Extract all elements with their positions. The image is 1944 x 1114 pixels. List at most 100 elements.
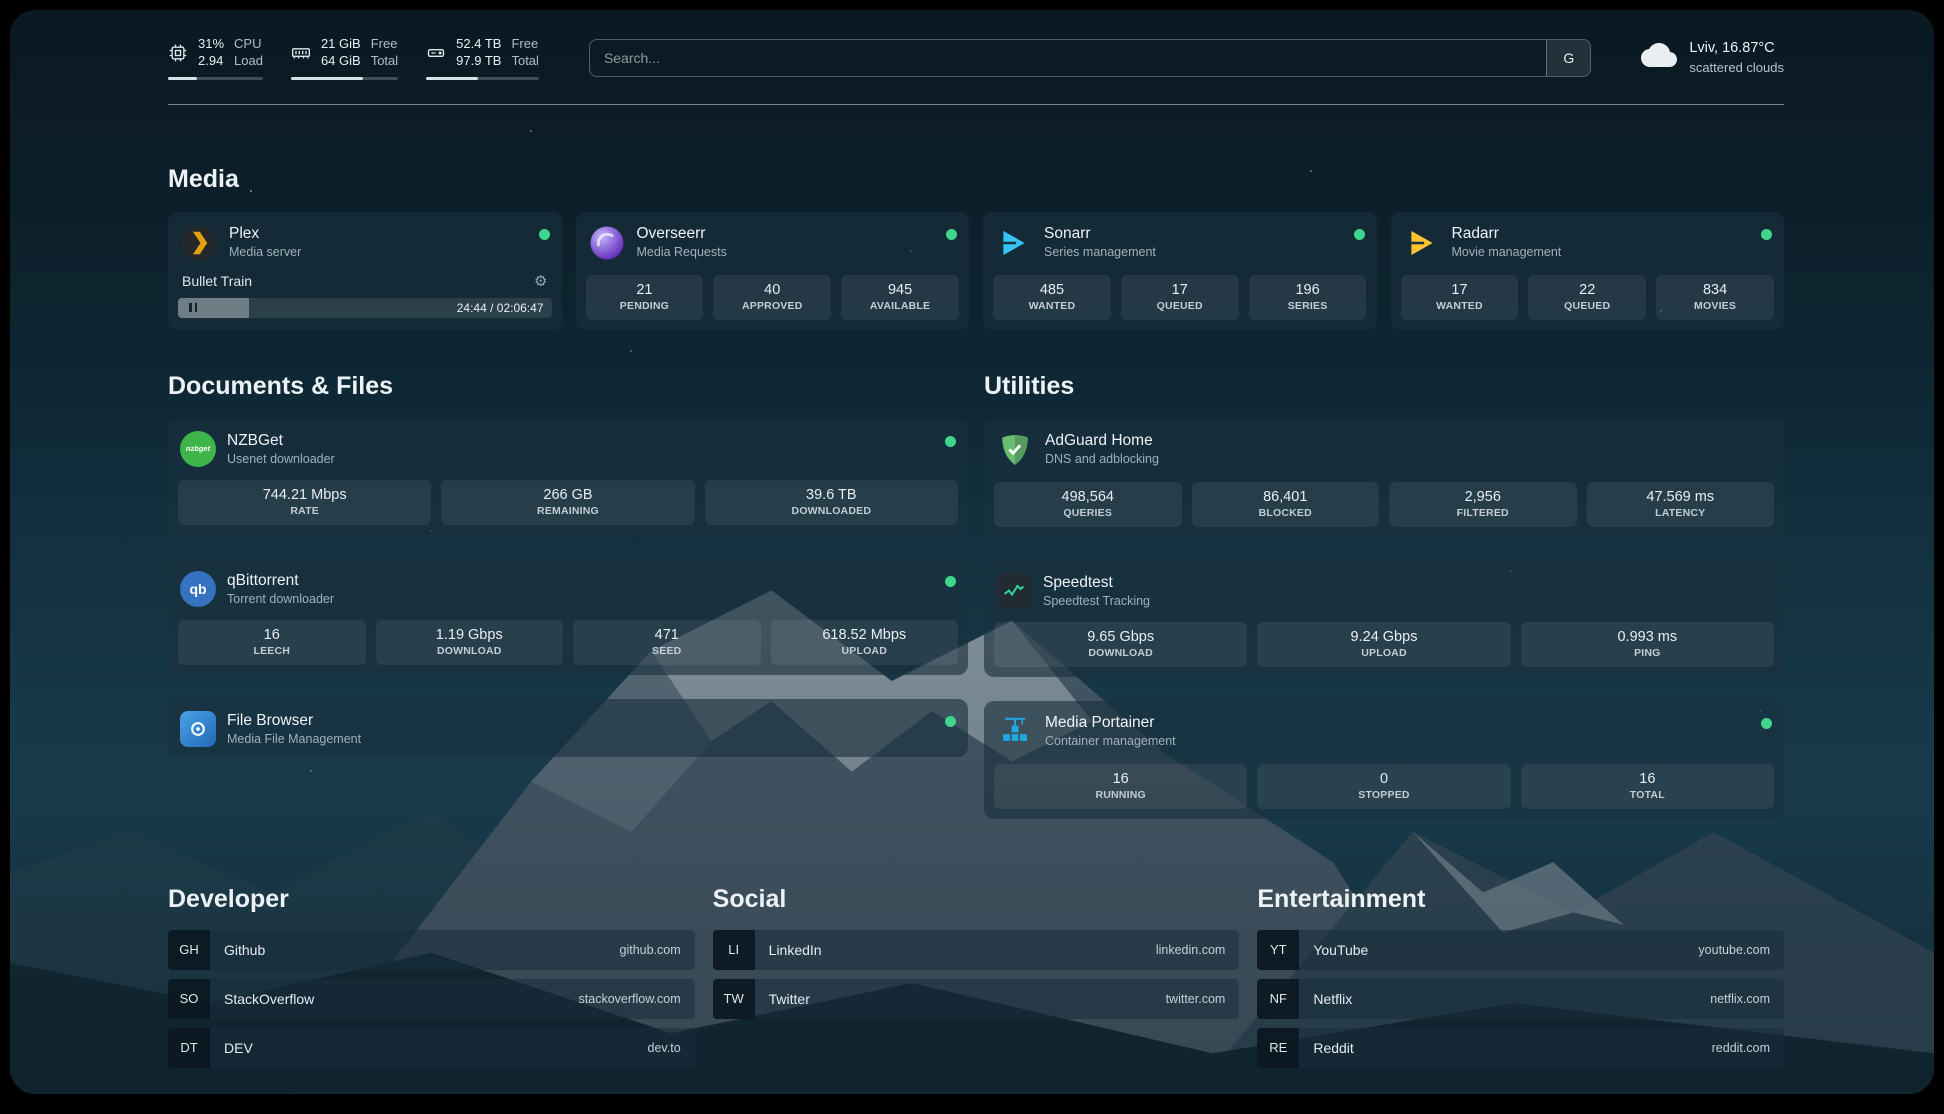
sonarr-card[interactable]: Sonarr Series management 485 WANTED 17 Q… <box>983 212 1377 330</box>
stat-seed: 471 SEED <box>573 620 761 665</box>
bookmark-url: github.com <box>620 943 695 957</box>
filebrowser-icon <box>180 711 216 747</box>
app-desc: Movie management <box>1452 244 1751 260</box>
cpu-widget: 31% 2.94 CPU Load <box>168 36 263 80</box>
bookmark-name: Reddit <box>1299 1040 1711 1056</box>
app-name: AdGuard Home <box>1045 431 1772 451</box>
adguard-card[interactable]: AdGuard Home DNS and adblocking 498,564 … <box>984 419 1784 537</box>
section-title-documents: Documents & Files <box>168 372 968 401</box>
now-playing-title: Bullet Train <box>182 273 252 289</box>
speedtest-card[interactable]: Speedtest Speedtest Tracking 9.65 Gbps D… <box>984 561 1784 677</box>
section-title-social: Social <box>713 885 1240 914</box>
app-desc: Usenet downloader <box>227 451 934 467</box>
speedtest-icon <box>996 573 1032 609</box>
bookmark-netflix[interactable]: NF Netflix netflix.com <box>1257 979 1784 1019</box>
bookmark-github[interactable]: GH Github github.com <box>168 930 695 970</box>
bookmark-name: YouTube <box>1299 942 1698 958</box>
stat-leech: 16 LEECH <box>178 620 366 665</box>
bookmark-abbr: LI <box>713 930 755 970</box>
bookmark-abbr: SO <box>168 979 210 1019</box>
app-desc: Media server <box>229 244 528 260</box>
bookmark-dev[interactable]: DT DEV dev.to <box>168 1028 695 1068</box>
stat-pending: 21 PENDING <box>586 275 704 320</box>
bookmark-abbr: NF <box>1257 979 1299 1019</box>
app-name: Overseerr <box>637 224 936 244</box>
disk-label-bottom: Total <box>511 53 538 70</box>
stat-movies: 834 MOVIES <box>1656 275 1774 320</box>
pause-icon[interactable] <box>178 298 208 318</box>
bookmark-url: stackoverflow.com <box>579 992 695 1006</box>
app-desc: Container management <box>1045 733 1750 749</box>
app-desc: Series management <box>1044 244 1343 260</box>
bookmark-abbr: RE <box>1257 1028 1299 1068</box>
stat-approved: 40 APPROVED <box>713 275 831 320</box>
playback-time: 24:44 / 02:06:47 <box>457 301 544 315</box>
disk-widget: 52.4 TB 97.9 TB Free Total <box>426 36 539 80</box>
status-dot <box>945 576 956 587</box>
stat-blocked: 86,401 BLOCKED <box>1192 482 1380 527</box>
topbar-divider <box>168 104 1784 105</box>
bookmark-abbr: DT <box>168 1028 210 1068</box>
stat-queries: 498,564 QUERIES <box>994 482 1182 527</box>
cpu-label-top: CPU <box>234 36 263 53</box>
ram-label-bottom: Total <box>371 53 398 70</box>
search-provider-button[interactable]: G <box>1546 40 1590 76</box>
playback-progress-bar[interactable]: 24:44 / 02:06:47 <box>178 298 552 318</box>
bookmark-reddit[interactable]: RE Reddit reddit.com <box>1257 1028 1784 1068</box>
app-desc: Torrent downloader <box>227 591 934 607</box>
bookmark-url: linkedin.com <box>1156 943 1239 957</box>
ram-icon <box>291 43 311 63</box>
app-name: File Browser <box>227 711 934 731</box>
bookmark-linkedin[interactable]: LI LinkedIn linkedin.com <box>713 930 1240 970</box>
bookmark-abbr: YT <box>1257 930 1299 970</box>
app-name: Radarr <box>1452 224 1751 244</box>
stat-queued: 22 QUEUED <box>1528 275 1646 320</box>
bookmark-stackoverflow[interactable]: SO StackOverflow stackoverflow.com <box>168 979 695 1019</box>
overseerr-icon <box>588 224 626 262</box>
filebrowser-card[interactable]: File Browser Media File Management <box>168 699 968 757</box>
app-name: Speedtest <box>1043 573 1772 593</box>
disk-label-top: Free <box>511 36 538 53</box>
cpu-icon <box>168 43 188 63</box>
stat-rate: 744.21 Mbps RATE <box>178 480 431 525</box>
stat-remaining: 266 GB REMAINING <box>441 480 694 525</box>
app-desc: Media File Management <box>227 731 934 747</box>
stat-download: 1.19 Gbps DOWNLOAD <box>376 620 564 665</box>
overseerr-card[interactable]: Overseerr Media Requests 21 PENDING 40 A… <box>576 212 970 330</box>
plex-icon <box>180 224 218 262</box>
stat-downloaded: 39.6 TB DOWNLOADED <box>705 480 958 525</box>
bookmark-youtube[interactable]: YT YouTube youtube.com <box>1257 930 1784 970</box>
search-input[interactable] <box>590 40 1546 76</box>
plex-card[interactable]: Plex Media server Bullet Train ⚙ 24:44 /… <box>168 212 562 330</box>
section-title-utilities: Utilities <box>984 372 1784 401</box>
disk-icon <box>426 43 446 63</box>
utilities-section: Utilities AdGuard Home <box>984 372 1784 819</box>
app-desc: DNS and adblocking <box>1045 451 1772 467</box>
stat-ping: 0.993 ms PING <box>1521 622 1774 667</box>
gear-icon[interactable]: ⚙ <box>534 272 547 290</box>
bookmark-url: netflix.com <box>1710 992 1784 1006</box>
social-section: Social LI LinkedIn linkedin.com TW Twitt… <box>713 885 1240 1068</box>
section-title-developer: Developer <box>168 885 695 914</box>
qbittorrent-icon: qb <box>180 571 216 607</box>
stat-running: 16 RUNNING <box>994 764 1247 809</box>
entertainment-section: Entertainment YT YouTube youtube.com NF … <box>1257 885 1784 1068</box>
developer-section: Developer GH Github github.com SO StackO… <box>168 885 695 1068</box>
app-name: Sonarr <box>1044 224 1343 244</box>
status-dot <box>1354 229 1365 240</box>
playback-progress-fill <box>208 298 249 318</box>
section-title-media: Media <box>168 165 1784 194</box>
nzbget-card[interactable]: nzbget NZBGet Usenet downloader 744.21 M… <box>168 419 968 535</box>
bookmark-twitter[interactable]: TW Twitter twitter.com <box>713 979 1240 1019</box>
qbittorrent-card[interactable]: qb qBittorrent Torrent downloader 16 LEE… <box>168 559 968 675</box>
ram-widget: 21 GiB 64 GiB Free Total <box>291 36 398 80</box>
portainer-card[interactable]: Media Portainer Container management 16 … <box>984 701 1784 819</box>
ram-label-top: Free <box>371 36 398 53</box>
stat-available: 945 AVAILABLE <box>841 275 959 320</box>
bookmark-name: StackOverflow <box>210 991 579 1007</box>
stat-wanted: 17 WANTED <box>1401 275 1519 320</box>
app-name: NZBGet <box>227 431 934 451</box>
app-name: qBittorrent <box>227 571 934 591</box>
adguard-icon <box>996 431 1034 469</box>
radarr-card[interactable]: Radarr Movie management 17 WANTED 22 QUE… <box>1391 212 1785 330</box>
